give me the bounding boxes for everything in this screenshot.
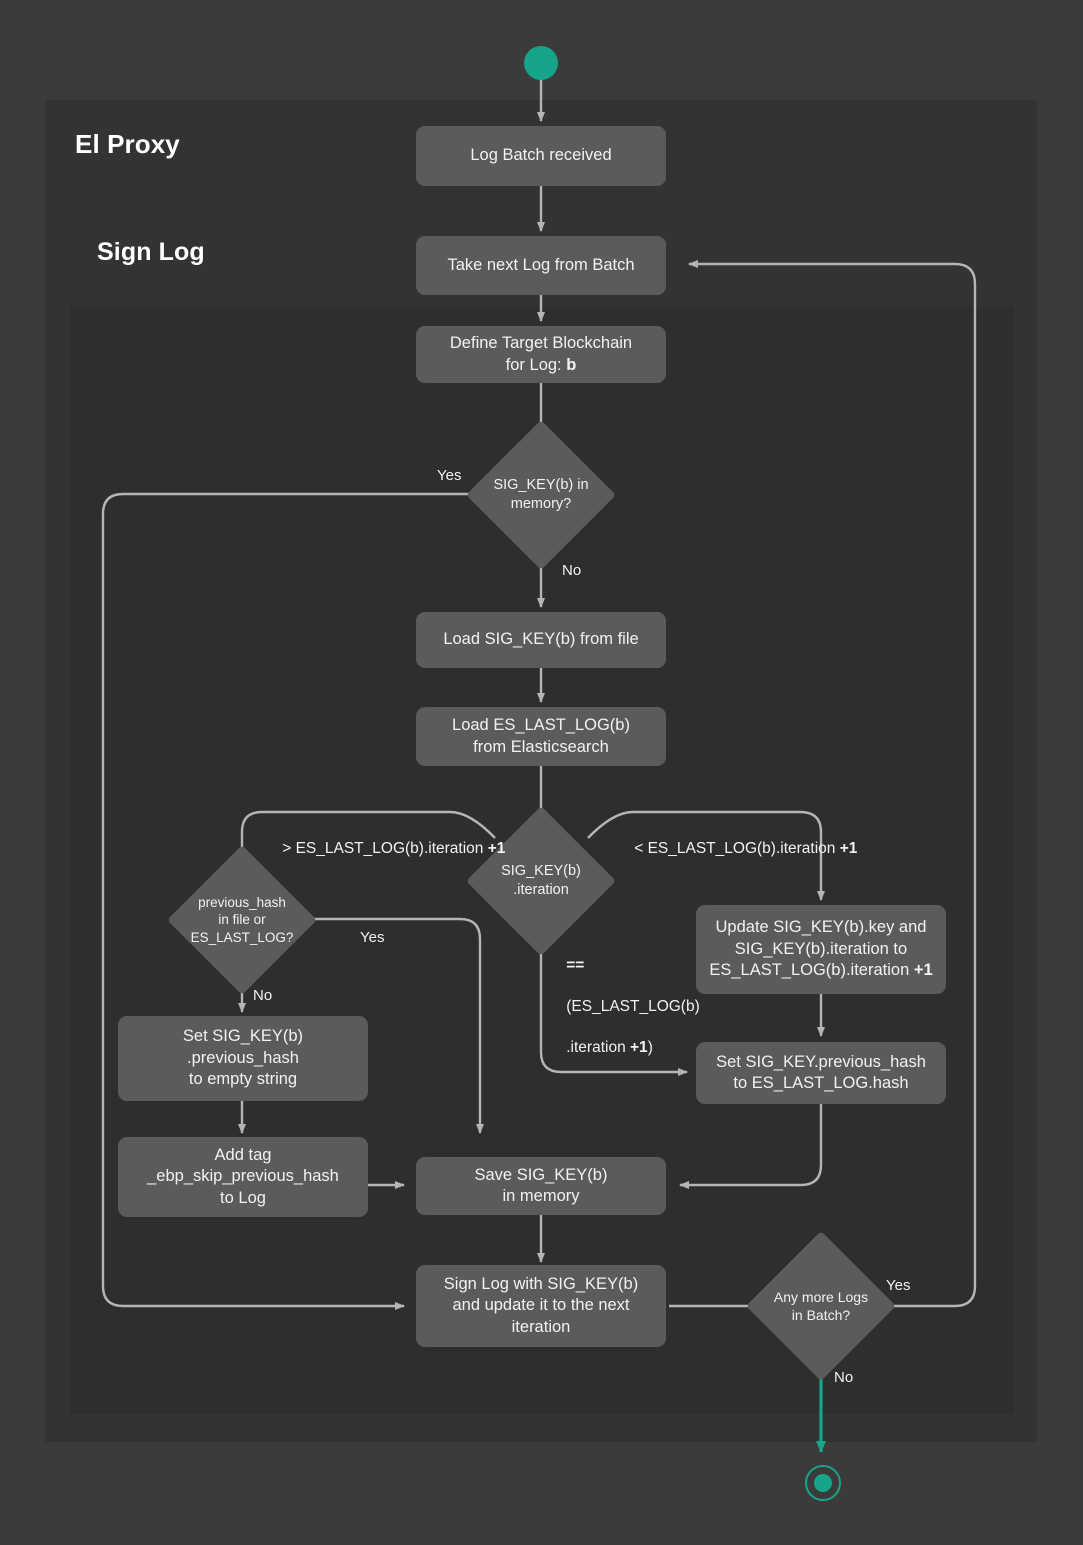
edge-label-iteration-equal: == (ES_LAST_LOG(b) .iteration +1) [566, 957, 700, 1057]
node-sig-key-in-memory[interactable]: SIG_KEY(b) in memory? [466, 420, 616, 570]
node-load-es-last-log-label: Load ES_LAST_LOG(b) from Elasticsearch [452, 716, 630, 756]
edge-label-more-logs-no: No [834, 1369, 854, 1386]
edge-label-iteration-greater: > ES_LAST_LOG(b).iteration +1 [282, 839, 506, 857]
start-node [524, 46, 558, 80]
node-update-sig-key-label: Update SIG_KEY(b).key and SIG_KEY(b).ite… [709, 918, 933, 980]
node-load-es-last-log[interactable]: Load ES_LAST_LOG(b) from Elasticsearch [416, 707, 666, 766]
node-take-next-log[interactable]: Take next Log from Batch [416, 236, 666, 295]
edge-label-previous-hash-no: No [253, 987, 273, 1004]
node-set-previous-hash-empty-label: Set SIG_KEY(b) .previous_hash to empty s… [182, 1027, 304, 1089]
node-add-tag[interactable]: Add tag _ebp_skip_previous_hash to Log [118, 1137, 368, 1217]
node-take-next-log-label: Take next Log from Batch [447, 255, 635, 274]
flowchart-canvas: El Proxy Sign Log Log Batch received Tak… [0, 0, 1083, 1545]
node-load-sig-key[interactable]: Load SIG_KEY(b) from file [416, 612, 666, 668]
node-sig-key-in-memory-label: SIG_KEY(b) in memory? [493, 477, 589, 512]
edge-label-previous-hash-yes: Yes [360, 929, 385, 946]
node-update-sig-key[interactable]: Update SIG_KEY(b).key and SIG_KEY(b).ite… [696, 905, 946, 994]
node-save-sig-key-label: Save SIG_KEY(b) in memory [474, 1165, 608, 1205]
edge-label-memory-yes: Yes [437, 467, 462, 484]
node-any-more-logs[interactable]: Any more Logs in Batch? [746, 1231, 896, 1381]
node-sig-key-iteration-label: SIG_KEY(b) .iteration [501, 863, 581, 898]
node-set-previous-hash-eslast[interactable]: Set SIG_KEY.previous_hash to ES_LAST_LOG… [696, 1042, 946, 1104]
node-log-batch-received[interactable]: Log Batch received [416, 126, 666, 186]
node-any-more-logs-label: Any more Logs in Batch? [773, 1288, 869, 1323]
edge-label-iteration-less: < ES_LAST_LOG(b).iteration +1 [634, 839, 858, 857]
node-previous-hash-check-label: previous_hash in file or ES_LAST_LOG? [190, 894, 294, 945]
edge-label-memory-no: No [562, 562, 582, 579]
node-sign-log[interactable]: Sign Log with SIG_KEY(b) and update it t… [416, 1265, 666, 1347]
edge-label-more-logs-yes: Yes [886, 1277, 911, 1294]
node-set-previous-hash-eslast-label: Set SIG_KEY.previous_hash to ES_LAST_LOG… [716, 1052, 926, 1092]
end-node [805, 1465, 841, 1501]
node-sign-log-label: Sign Log with SIG_KEY(b) and update it t… [443, 1274, 639, 1336]
node-define-target-blockchain[interactable]: Define Target Blockchain for Log: b [416, 326, 666, 383]
node-log-batch-received-label: Log Batch received [470, 146, 612, 165]
end-node-inner [814, 1474, 832, 1492]
node-set-previous-hash-empty[interactable]: Set SIG_KEY(b) .previous_hash to empty s… [118, 1016, 368, 1101]
node-save-sig-key[interactable]: Save SIG_KEY(b) in memory [416, 1157, 666, 1215]
node-add-tag-label: Add tag _ebp_skip_previous_hash to Log [147, 1145, 339, 1207]
node-define-target-blockchain-label: Define Target Blockchain for Log: b [449, 334, 633, 374]
node-load-sig-key-label: Load SIG_KEY(b) from file [443, 630, 639, 649]
